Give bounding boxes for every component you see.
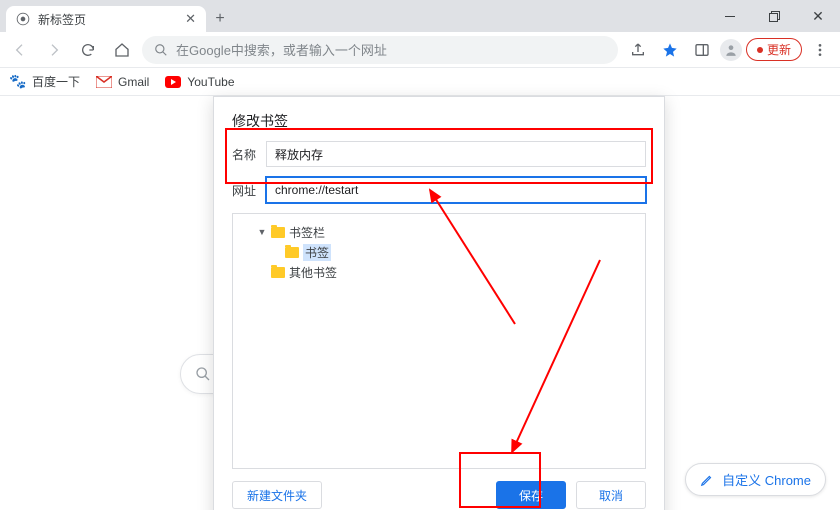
back-button[interactable] bbox=[6, 36, 34, 64]
update-dot-icon bbox=[757, 47, 763, 53]
tree-row-bookmarks-child[interactable]: 书签 bbox=[241, 242, 637, 262]
kebab-icon bbox=[812, 42, 828, 58]
folder-tree[interactable]: ▼ 书签栏 书签 其他书签 bbox=[232, 213, 646, 469]
bookmark-item-baidu[interactable]: 🐾 百度一下 bbox=[10, 73, 80, 90]
bookmark-item-gmail[interactable]: Gmail bbox=[96, 74, 149, 90]
star-filled-icon bbox=[662, 42, 678, 58]
bookmark-url-input[interactable] bbox=[266, 177, 646, 203]
forward-button[interactable] bbox=[40, 36, 68, 64]
share-icon bbox=[630, 42, 646, 58]
edit-bookmark-dialog: 修改书签 名称 网址 ▼ 书签栏 书签 bbox=[213, 96, 665, 510]
page-content: 修改书签 名称 网址 ▼ 书签栏 书签 bbox=[0, 96, 840, 510]
pencil-icon bbox=[700, 473, 714, 487]
tree-row-other-bookmarks[interactable]: 其他书签 bbox=[241, 262, 637, 282]
reload-icon bbox=[80, 42, 96, 58]
side-panel-button[interactable] bbox=[688, 36, 716, 64]
update-label: 更新 bbox=[767, 41, 791, 58]
new-folder-button[interactable]: 新建文件夹 bbox=[232, 481, 322, 509]
window-maximize-button[interactable] bbox=[752, 0, 796, 32]
bookmark-label: 百度一下 bbox=[32, 73, 80, 90]
share-button[interactable] bbox=[624, 36, 652, 64]
address-bar[interactable]: 在Google中搜索，或者输入一个网址 bbox=[142, 36, 618, 64]
window-close-button[interactable]: ✕ bbox=[796, 0, 840, 32]
window-minimize-button[interactable] bbox=[708, 0, 752, 32]
name-label: 名称 bbox=[232, 146, 266, 163]
tab-close-icon[interactable]: ✕ bbox=[185, 11, 196, 27]
window-controls: ✕ bbox=[708, 0, 840, 32]
save-button[interactable]: 保存 bbox=[496, 481, 566, 509]
panel-icon bbox=[694, 42, 710, 58]
window-titlebar: 新标签页 ✕ + ✕ bbox=[0, 0, 840, 32]
home-button[interactable] bbox=[108, 36, 136, 64]
bookmark-item-youtube[interactable]: YouTube bbox=[165, 74, 234, 90]
arrow-right-icon bbox=[46, 42, 62, 58]
folder-icon bbox=[271, 227, 285, 238]
home-icon bbox=[114, 42, 130, 58]
browser-tab[interactable]: 新标签页 ✕ bbox=[6, 6, 206, 32]
bookmark-star-button[interactable] bbox=[656, 36, 684, 64]
profile-button[interactable] bbox=[720, 39, 742, 61]
close-icon: ✕ bbox=[812, 8, 824, 25]
arrow-left-icon bbox=[12, 42, 28, 58]
tree-row-bookmarks-bar[interactable]: ▼ 书签栏 bbox=[241, 222, 637, 242]
menu-button[interactable] bbox=[806, 36, 834, 64]
tab-favicon bbox=[16, 12, 30, 26]
folder-icon bbox=[285, 247, 299, 258]
new-tab-button[interactable]: + bbox=[206, 6, 234, 32]
search-icon bbox=[195, 366, 211, 382]
cancel-button[interactable]: 取消 bbox=[576, 481, 646, 509]
paw-icon: 🐾 bbox=[10, 74, 26, 90]
customize-chrome-button[interactable]: 自定义 Chrome bbox=[685, 463, 826, 496]
update-button[interactable]: 更新 bbox=[746, 38, 802, 61]
customize-label: 自定义 Chrome bbox=[722, 470, 811, 489]
tree-label: 其他书签 bbox=[289, 264, 337, 281]
dialog-title: 修改书签 bbox=[214, 97, 664, 141]
tab-title: 新标签页 bbox=[38, 11, 177, 28]
omnibox-placeholder: 在Google中搜索，或者输入一个网址 bbox=[176, 40, 387, 59]
bookmark-label: YouTube bbox=[187, 75, 234, 89]
youtube-icon bbox=[165, 74, 181, 90]
tree-label: 书签栏 bbox=[289, 224, 325, 241]
bookmarks-bar: 🐾 百度一下 Gmail YouTube bbox=[0, 68, 840, 96]
bookmark-name-input[interactable] bbox=[266, 141, 646, 167]
tree-label-selected: 书签 bbox=[303, 244, 331, 261]
minimize-icon bbox=[725, 16, 735, 17]
url-label: 网址 bbox=[232, 182, 266, 199]
dialog-footer: 新建文件夹 保存 取消 bbox=[214, 469, 664, 510]
search-icon bbox=[154, 43, 168, 57]
reload-button[interactable] bbox=[74, 36, 102, 64]
restore-icon bbox=[769, 11, 780, 22]
folder-icon bbox=[271, 267, 285, 278]
gmail-icon bbox=[96, 74, 112, 90]
browser-toolbar: 在Google中搜索，或者输入一个网址 更新 bbox=[0, 32, 840, 68]
bookmark-label: Gmail bbox=[118, 75, 149, 89]
caret-down-icon[interactable]: ▼ bbox=[257, 227, 267, 237]
person-icon bbox=[724, 43, 738, 57]
